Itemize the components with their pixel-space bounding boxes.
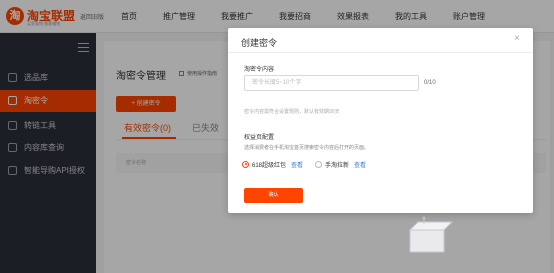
empty-box-icon (408, 216, 454, 253)
benefit-page-description: 选择消费者在手机淘宝首页搜索密令内容后打开的页面。 (244, 145, 370, 151)
radio-super-red-packet[interactable] (242, 160, 249, 168)
code-content-input[interactable] (244, 75, 419, 91)
modal-title: 创建密令 (241, 38, 278, 48)
close-icon[interactable]: × (512, 34, 522, 44)
modal-divider (228, 52, 533, 53)
view-link-super-red-packet[interactable]: 查看 (291, 160, 303, 169)
code-content-label: 淘密令内容 (244, 67, 275, 73)
option-label-super-red-packet: 618超级红包 (252, 162, 287, 169)
benefit-page-options: 618超级红包 查看 手淘拉新 查看 (242, 159, 378, 169)
rule-hint: 密令内容需符合设置规则，默认有效期30天 (244, 109, 340, 115)
confirm-button[interactable]: 确认 (244, 188, 303, 203)
view-link-new-user[interactable]: 查看 (354, 160, 366, 169)
option-label-new-user: 手淘拉新 (325, 162, 350, 169)
create-code-modal: 创建密令 × 淘密令内容 0/10 密令内容需符合设置规则，默认有效期30天 权… (228, 28, 533, 213)
radio-new-user[interactable] (315, 160, 323, 168)
char-counter: 0/10 (424, 80, 436, 86)
benefit-page-title: 权益页配置 (244, 135, 275, 141)
